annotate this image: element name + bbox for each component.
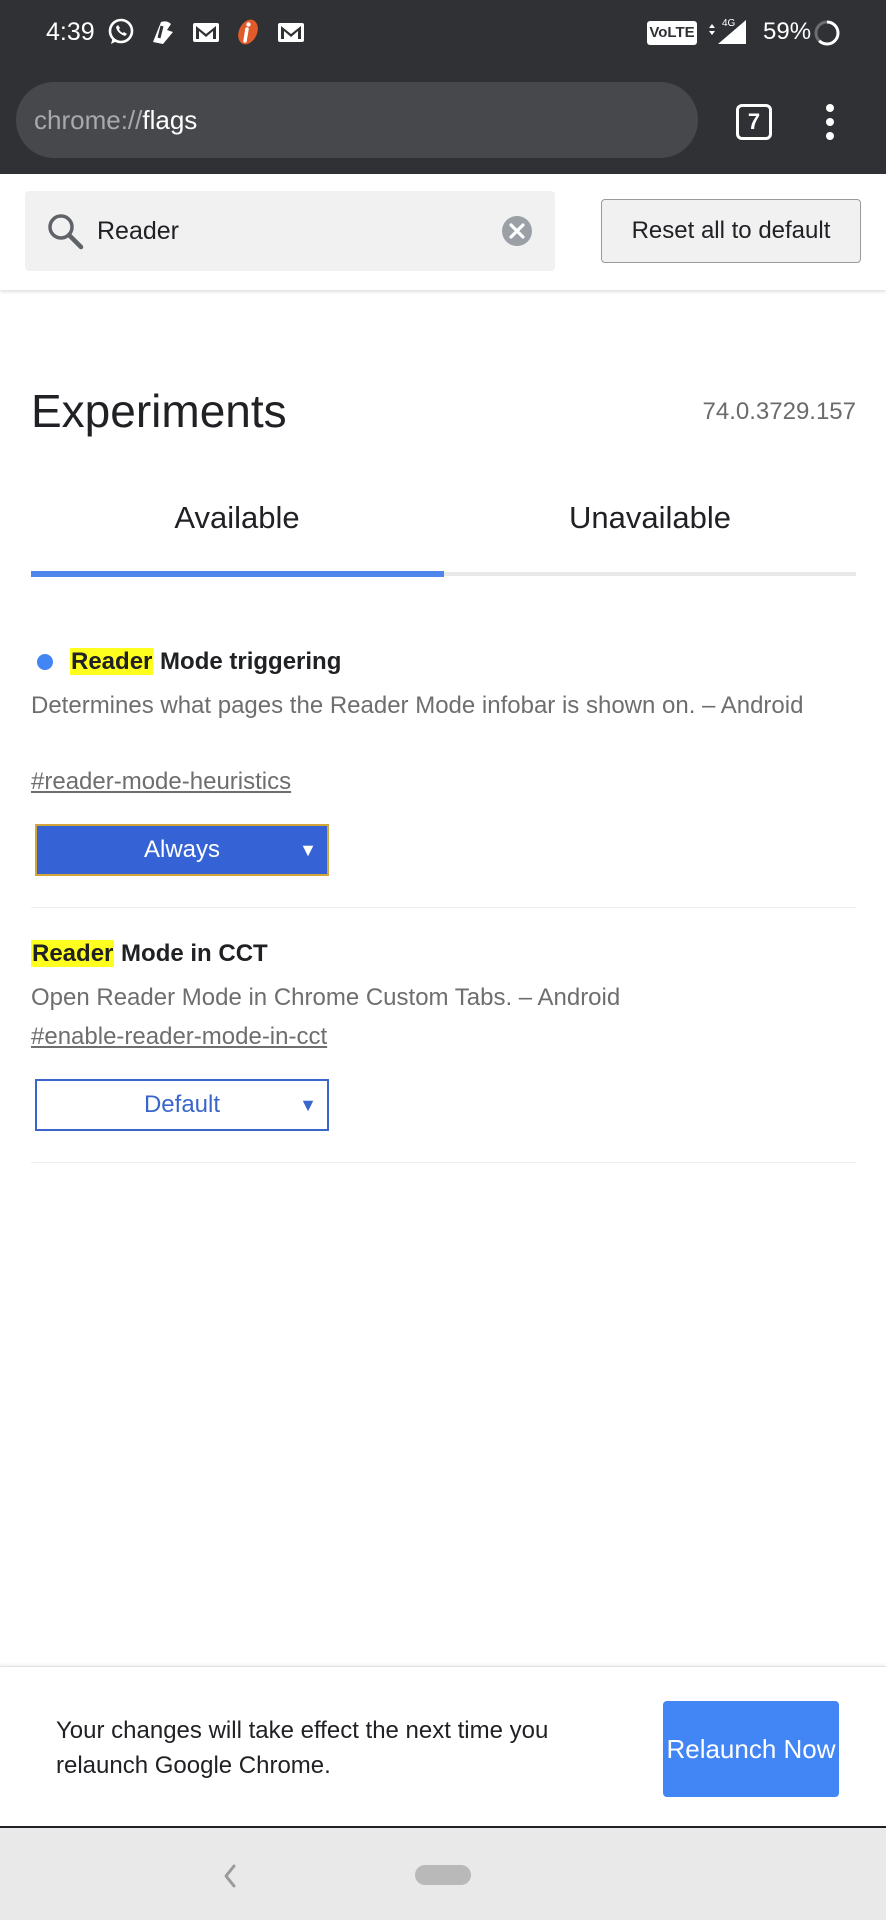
page-title: Experiments: [31, 385, 287, 437]
experiment-divider: [31, 1162, 856, 1163]
experiment-permalink[interactable]: #enable-reader-mode-in-cct: [31, 1023, 327, 1051]
relaunch-button[interactable]: Relaunch Now: [663, 1701, 839, 1797]
experiment-name: Reader Mode in CCT: [31, 940, 268, 968]
experiment-select-value: Default: [143, 1091, 221, 1118]
experiment-description: Open Reader Mode in Chrome Custom Tabs. …: [31, 984, 621, 1011]
experiment-name-rest: Mode triggering: [153, 648, 342, 675]
experiment-name-rest: Mode in CCT: [114, 940, 268, 967]
experiment-divider: [31, 907, 856, 908]
search-box: [25, 191, 555, 271]
gmail-icon: [278, 23, 304, 42]
relaunch-message: Your changes will take effect the next t…: [56, 1717, 549, 1779]
dropdown-arrow-icon: ▼: [299, 1095, 317, 1115]
clear-search-icon[interactable]: [501, 215, 533, 247]
url-bar[interactable]: chrome://flags: [16, 82, 698, 158]
search-input[interactable]: [97, 191, 477, 271]
app-icon: [153, 21, 173, 44]
screen: 4:39 VoLTE 4G 59% chrome://flags 7 Reade…: [0, 0, 886, 1920]
whatsapp-icon: [108, 18, 134, 44]
relaunch-bar: Your changes will take effect the next t…: [0, 1666, 886, 1826]
experiment-select-value: Always: [143, 836, 221, 863]
home-pill[interactable]: [415, 1865, 471, 1885]
status-time: 4:39: [46, 18, 95, 46]
battery-percent: 59%: [763, 18, 812, 45]
search-highlight: Reader: [70, 648, 154, 675]
experiment-description: Determines what pages the Reader Mode in…: [31, 692, 804, 719]
url-scheme: chrome://: [34, 105, 143, 135]
flags-search-header: Reset all to default: [0, 174, 886, 290]
search-highlight: Reader: [31, 940, 115, 967]
reset-all-button[interactable]: Reset all to default: [601, 199, 861, 263]
navigation-bar: [0, 1826, 886, 1920]
search-icon: [48, 214, 84, 250]
signal-icon: 4G: [709, 18, 746, 44]
browser-toolbar: chrome://flags 7: [0, 66, 886, 174]
status-bar: 4:39 VoLTE 4G 59%: [0, 0, 886, 66]
battery-icon: [814, 20, 840, 46]
tab-unavailable[interactable]: Unavailable: [444, 500, 856, 556]
url-host: flags: [142, 105, 198, 135]
changed-indicator-dot: [37, 654, 53, 670]
experiment-select[interactable]: Default ▼: [35, 1079, 329, 1131]
tab-switcher-button[interactable]: 7: [736, 104, 772, 140]
chrome-version: 74.0.3729.157: [702, 398, 856, 425]
experiment-select[interactable]: Always ▼: [35, 824, 329, 876]
tab-available[interactable]: Available: [31, 500, 443, 556]
gmail-icon: [193, 23, 219, 42]
experiment-permalink[interactable]: #reader-mode-heuristics: [31, 768, 291, 796]
network-type: 4G: [722, 18, 736, 29]
volte-badge: VoLTE: [647, 21, 697, 45]
dropdown-arrow-icon: ▼: [299, 840, 317, 860]
icici-icon: [238, 19, 258, 45]
experiment-name: Reader Mode triggering: [70, 648, 341, 676]
tab-selected-indicator: [31, 571, 444, 577]
back-icon[interactable]: [220, 1862, 240, 1890]
overflow-menu-icon[interactable]: [818, 102, 842, 142]
